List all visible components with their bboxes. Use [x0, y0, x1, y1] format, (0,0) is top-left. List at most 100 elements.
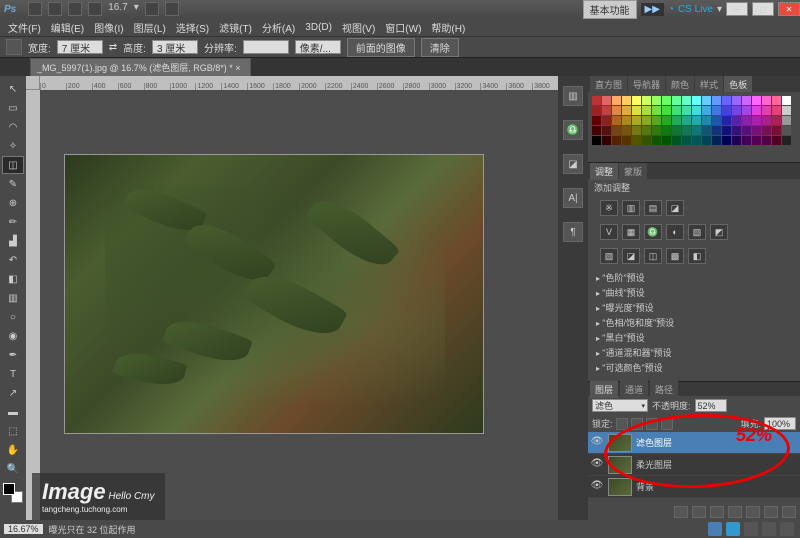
adjust-icon[interactable]: ◧ — [688, 248, 706, 264]
swatch[interactable] — [762, 126, 771, 135]
front-image-button[interactable]: 前面的图像 — [347, 38, 415, 57]
zoom-tool[interactable]: 🔍 — [2, 460, 24, 478]
adjust-icon[interactable]: ▧ — [688, 224, 706, 240]
swatch[interactable] — [612, 106, 621, 115]
swatch[interactable] — [672, 126, 681, 135]
swatch[interactable] — [662, 96, 671, 105]
status-icon[interactable] — [708, 522, 722, 536]
healing-tool[interactable]: ⊕ — [2, 194, 24, 212]
swatch[interactable] — [732, 126, 741, 135]
swatch[interactable] — [592, 106, 601, 115]
menu-edit[interactable]: 编辑(E) — [47, 19, 88, 36]
swatch[interactable] — [762, 96, 771, 105]
swatch[interactable] — [712, 126, 721, 135]
tab-paths[interactable]: 路径 — [650, 381, 678, 398]
width-field[interactable]: 7 厘米 — [57, 40, 103, 54]
swatch[interactable] — [692, 126, 701, 135]
swatch[interactable] — [642, 116, 651, 125]
swatch[interactable] — [612, 96, 621, 105]
swatch[interactable] — [652, 136, 661, 145]
swatch[interactable] — [762, 106, 771, 115]
history-brush-tool[interactable]: ↶ — [2, 251, 24, 269]
menu-filter[interactable]: 滤镜(T) — [215, 19, 256, 36]
title-icon[interactable] — [145, 2, 159, 16]
swatch[interactable] — [742, 126, 751, 135]
swatch[interactable] — [602, 96, 611, 105]
preset-item[interactable]: "可选颜色"预设 — [594, 360, 794, 375]
layer-row[interactable]: 👁滤色图层 — [588, 432, 800, 454]
swatch[interactable] — [672, 96, 681, 105]
status-zoom[interactable]: 16.67% — [4, 524, 43, 534]
preset-item[interactable]: "曝光度"预设 — [594, 300, 794, 315]
swatch[interactable] — [742, 106, 751, 115]
swatch[interactable] — [592, 126, 601, 135]
tab-adjust[interactable]: 调整 — [590, 163, 618, 180]
adjustment-layer-icon[interactable] — [728, 506, 742, 518]
menu-window[interactable]: 窗口(W) — [381, 19, 425, 36]
visibility-icon[interactable]: 👁 — [590, 480, 604, 494]
swatch[interactable] — [782, 116, 791, 125]
swatch[interactable] — [662, 106, 671, 115]
canvas-area[interactable]: 0200400600800100012001400160018002000220… — [26, 76, 558, 520]
swatch[interactable] — [772, 126, 781, 135]
height-field[interactable]: 3 厘米 — [152, 40, 198, 54]
swatch[interactable] — [722, 106, 731, 115]
swatch[interactable] — [702, 126, 711, 135]
resolution-field[interactable] — [243, 40, 289, 54]
preset-item[interactable]: "色阶"预设 — [594, 270, 794, 285]
path-tool[interactable]: ↗ — [2, 384, 24, 402]
maximize-button[interactable]: ▢ — [752, 2, 774, 16]
adjust-icon[interactable]: ◪ — [622, 248, 640, 264]
dock-histogram-icon[interactable]: ▥ — [563, 86, 583, 106]
fill-field[interactable]: 100% — [764, 417, 796, 430]
menu-view[interactable]: 视图(V) — [338, 19, 379, 36]
trash-icon[interactable] — [782, 506, 796, 518]
adjust-icon[interactable]: ◐ — [666, 224, 684, 240]
swatch[interactable] — [592, 96, 601, 105]
opacity-field[interactable]: 52% — [695, 399, 727, 412]
swatch[interactable] — [622, 106, 631, 115]
adjust-icon[interactable]: ▥ — [622, 200, 640, 216]
dock-para-icon[interactable]: ¶ — [563, 222, 583, 242]
swatch[interactable] — [772, 116, 781, 125]
clear-button[interactable]: 清除 — [421, 38, 459, 57]
blur-tool[interactable]: ○ — [2, 308, 24, 326]
swatch[interactable] — [702, 136, 711, 145]
fx-icon[interactable] — [692, 506, 706, 518]
group-icon[interactable] — [746, 506, 760, 518]
swap-icon[interactable]: ⇄ — [109, 42, 117, 53]
tab-layers[interactable]: 图层 — [590, 381, 618, 398]
layer-row[interactable]: 👁柔光图层 — [588, 454, 800, 476]
document-tab[interactable]: _MG_5997(1).jpg @ 16.7% (滤色图层, RGB/8*) *… — [30, 58, 251, 77]
adjust-icon[interactable]: ※ — [600, 200, 618, 216]
swatch[interactable] — [732, 106, 741, 115]
swatch[interactable] — [642, 96, 651, 105]
lock-all-icon[interactable] — [661, 418, 673, 430]
swatch[interactable] — [642, 136, 651, 145]
preset-item[interactable]: "黑白"预设 — [594, 330, 794, 345]
swatch[interactable] — [782, 96, 791, 105]
swatch[interactable] — [692, 136, 701, 145]
tab-channels[interactable]: 通道 — [620, 381, 648, 398]
swatch[interactable] — [702, 96, 711, 105]
swatch[interactable] — [722, 116, 731, 125]
swatch[interactable] — [612, 126, 621, 135]
swatch[interactable] — [742, 116, 751, 125]
swatch[interactable] — [632, 126, 641, 135]
swatch[interactable] — [742, 96, 751, 105]
swatch[interactable] — [682, 136, 691, 145]
adjust-icon[interactable]: ◪ — [666, 200, 684, 216]
adjust-icon[interactable]: ▨ — [600, 248, 618, 264]
swatch[interactable] — [642, 106, 651, 115]
swatch[interactable] — [672, 106, 681, 115]
adjust-icon[interactable]: ▤ — [644, 200, 662, 216]
swatch[interactable] — [712, 96, 721, 105]
swatch[interactable] — [752, 126, 761, 135]
swatch[interactable] — [652, 116, 661, 125]
swatch[interactable] — [782, 126, 791, 135]
dock-info-icon[interactable]: ♎ — [563, 120, 583, 140]
swatch[interactable] — [782, 136, 791, 145]
pen-tool[interactable]: ✒ — [2, 346, 24, 364]
swatch[interactable] — [632, 106, 641, 115]
swatch[interactable] — [762, 116, 771, 125]
